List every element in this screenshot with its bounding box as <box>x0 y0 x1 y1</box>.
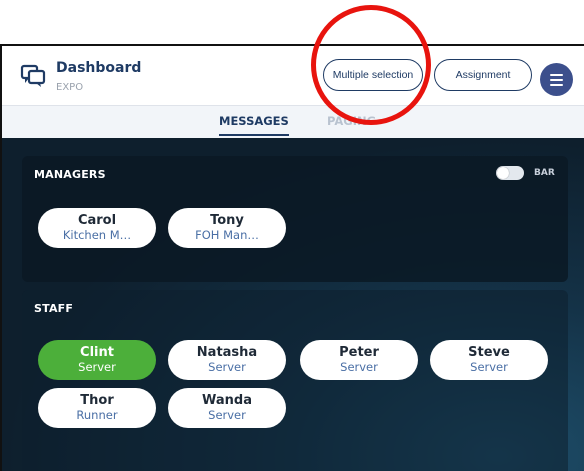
assignment-button[interactable]: Assignment <box>434 59 532 91</box>
bar-toggle[interactable] <box>496 166 524 180</box>
chat-bubbles-icon <box>20 64 46 87</box>
chip-name: Steve <box>468 344 510 360</box>
staff-chip-steve[interactable]: Steve Server <box>430 340 548 380</box>
chip-role: Server <box>470 359 508 374</box>
staff-title: STAFF <box>34 302 74 315</box>
app-subtitle: EXPO <box>56 82 84 93</box>
chip-role: Kitchen M… <box>62 227 132 242</box>
manager-chip-carol[interactable]: Carol Kitchen M… <box>38 208 156 248</box>
staff-chip-natasha[interactable]: Natasha Server <box>168 340 286 380</box>
chip-role: Server <box>208 407 246 422</box>
tab-messages[interactable]: MESSAGES <box>219 114 289 136</box>
highlight-circle <box>311 5 431 125</box>
header: Dashboard EXPO Multiple selection Assign… <box>2 46 584 106</box>
menu-line <box>550 73 563 76</box>
staff-chip-peter[interactable]: Peter Server <box>300 340 418 380</box>
staff-chip-thor[interactable]: Thor Runner <box>38 388 156 428</box>
chip-name: Wanda <box>202 392 252 408</box>
staff-chip-wanda[interactable]: Wanda Server <box>168 388 286 428</box>
app-title: Dashboard <box>56 60 142 76</box>
toggle-knob <box>497 167 509 179</box>
app-frame: Dashboard EXPO Multiple selection Assign… <box>0 44 584 471</box>
bar-toggle-label: BAR <box>534 168 555 178</box>
chip-name: Carol <box>77 212 117 228</box>
managers-section: MANAGERS BAR Carol Kitchen M… Tony FOH M… <box>22 156 568 282</box>
chip-name: Natasha <box>196 344 258 360</box>
staff-chip-clint[interactable]: Clint Server <box>38 340 156 380</box>
chip-role: Server <box>78 359 116 374</box>
chip-name: Clint <box>80 344 114 360</box>
chip-role: Runner <box>76 407 118 422</box>
menu-line <box>550 83 563 86</box>
content-area: MANAGERS BAR Carol Kitchen M… Tony FOH M… <box>2 138 584 471</box>
chip-role: Server <box>340 359 378 374</box>
chip-name: Peter <box>339 344 379 360</box>
chip-role: Server <box>208 359 246 374</box>
managers-title: MANAGERS <box>34 168 106 181</box>
tab-bar: MESSAGES PAGING <box>2 106 584 138</box>
chip-name: Tony <box>210 212 244 228</box>
manager-chip-tony[interactable]: Tony FOH Man… <box>168 208 286 248</box>
hamburger-menu-icon[interactable] <box>540 63 573 96</box>
chip-name: Thor <box>80 392 114 408</box>
menu-line <box>550 78 563 81</box>
chip-role: FOH Man… <box>195 227 259 242</box>
staff-section: STAFF Clint Server Natasha Server Peter … <box>22 290 568 471</box>
